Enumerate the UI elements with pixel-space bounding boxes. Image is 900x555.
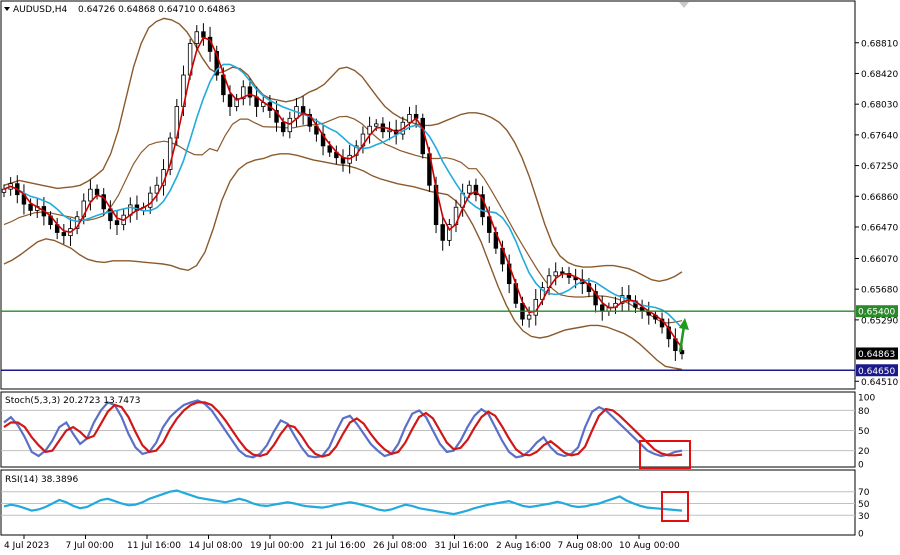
candle-body bbox=[467, 184, 472, 194]
candle-body bbox=[88, 188, 93, 202]
rsi-panel bbox=[0, 469, 856, 536]
price-tick-label: 0.65290 bbox=[861, 316, 898, 326]
price-tick-label: 0.67250 bbox=[861, 162, 898, 172]
price-tick-label: 0.65680 bbox=[861, 286, 898, 296]
time-tick-label: 10 Aug 00:00 bbox=[619, 541, 680, 551]
rsi-tick-label: 70 bbox=[858, 488, 870, 498]
price-tick-label: 0.68030 bbox=[861, 101, 898, 111]
candle-body bbox=[526, 314, 532, 320]
stochastic-tick-label: 50 bbox=[858, 427, 870, 437]
candle-body bbox=[374, 123, 379, 127]
price-tick-label: 0.66470 bbox=[861, 223, 898, 233]
rsi-title: RSI(14) 38.3896 bbox=[5, 475, 78, 485]
candle-body bbox=[600, 304, 605, 312]
price-tick-label: 0.68810 bbox=[861, 39, 898, 49]
candle-body bbox=[227, 94, 233, 107]
time-axis: 4 Jul 2023 7 Jul 00:00 11 Jul 16:00 14 Jul … bbox=[4, 535, 680, 551]
candle-body bbox=[553, 271, 558, 277]
candle-body bbox=[327, 145, 332, 153]
stochastic-tick-label: 0 bbox=[858, 461, 864, 471]
symbol-label: AUDUSD,H4 bbox=[13, 5, 68, 15]
price-tick-label: 0.68420 bbox=[861, 70, 898, 80]
rsi-tick-label: 0 bbox=[858, 530, 864, 540]
price-tick-label: 0.66860 bbox=[861, 193, 898, 203]
candle-body bbox=[194, 31, 199, 44]
ohlc-values: 0.64726 0.64868 0.64710 0.64863 bbox=[78, 5, 235, 15]
rsi-tick-label: 30 bbox=[858, 512, 870, 522]
candle-body bbox=[407, 114, 412, 123]
candle-body bbox=[1, 188, 7, 193]
rsi-tick-label: 50 bbox=[858, 500, 870, 510]
candle-body bbox=[387, 129, 392, 133]
stochastic-tick-label: 80 bbox=[858, 407, 870, 417]
current-price-label: 0.64863 bbox=[858, 350, 895, 360]
candle-body bbox=[201, 31, 206, 38]
main-price-panel bbox=[0, 0, 856, 390]
time-tick-label: 4 Jul 2023 bbox=[4, 541, 49, 551]
low-level-label: 0.64650 bbox=[858, 367, 895, 377]
time-tick-label: 14 Jul 08:00 bbox=[189, 541, 243, 551]
time-tick-label: 2 Aug 16:00 bbox=[496, 541, 551, 551]
time-tick-label: 21 Jul 16:00 bbox=[312, 541, 366, 551]
candle-body bbox=[533, 299, 538, 316]
candle-body bbox=[28, 203, 33, 211]
time-tick-label: 19 Jul 00:00 bbox=[250, 541, 304, 551]
trading-chart-window: 0.65400 0.64650 0.64863 0.68810 0.68420 0.68… bbox=[0, 0, 900, 555]
price-tick-label: 0.67640 bbox=[861, 131, 898, 141]
time-tick-label: 26 Jul 08:00 bbox=[373, 541, 427, 551]
candle-body bbox=[114, 220, 120, 226]
candle-body bbox=[280, 121, 286, 133]
price-axis: 0.68810 0.68420 0.68030 0.67640 0.67250 0.668… bbox=[855, 39, 898, 388]
time-tick-label: 7 Jul 00:00 bbox=[66, 541, 115, 551]
stochastic-tick-label: 100 bbox=[858, 394, 875, 404]
candle-body bbox=[61, 232, 67, 237]
candle-body bbox=[287, 117, 293, 133]
stochastic-tick-label: 20 bbox=[858, 447, 870, 457]
time-tick-label: 31 Jul 16:00 bbox=[435, 541, 489, 551]
chart-canvas[interactable]: 0.654000.646500.64863 0.688100.684200.68… bbox=[0, 0, 900, 555]
candle-body bbox=[94, 188, 100, 196]
stochastic-title: Stoch(5,3,3) 20.2723 13.7473 bbox=[5, 396, 140, 406]
time-tick-label: 7 Aug 08:00 bbox=[558, 541, 613, 551]
time-tick-label: 11 Jul 16:00 bbox=[127, 541, 181, 551]
price-tick-label: 0.64510 bbox=[861, 378, 898, 388]
price-tick-label: 0.66070 bbox=[861, 255, 898, 265]
candle-body bbox=[440, 224, 445, 241]
